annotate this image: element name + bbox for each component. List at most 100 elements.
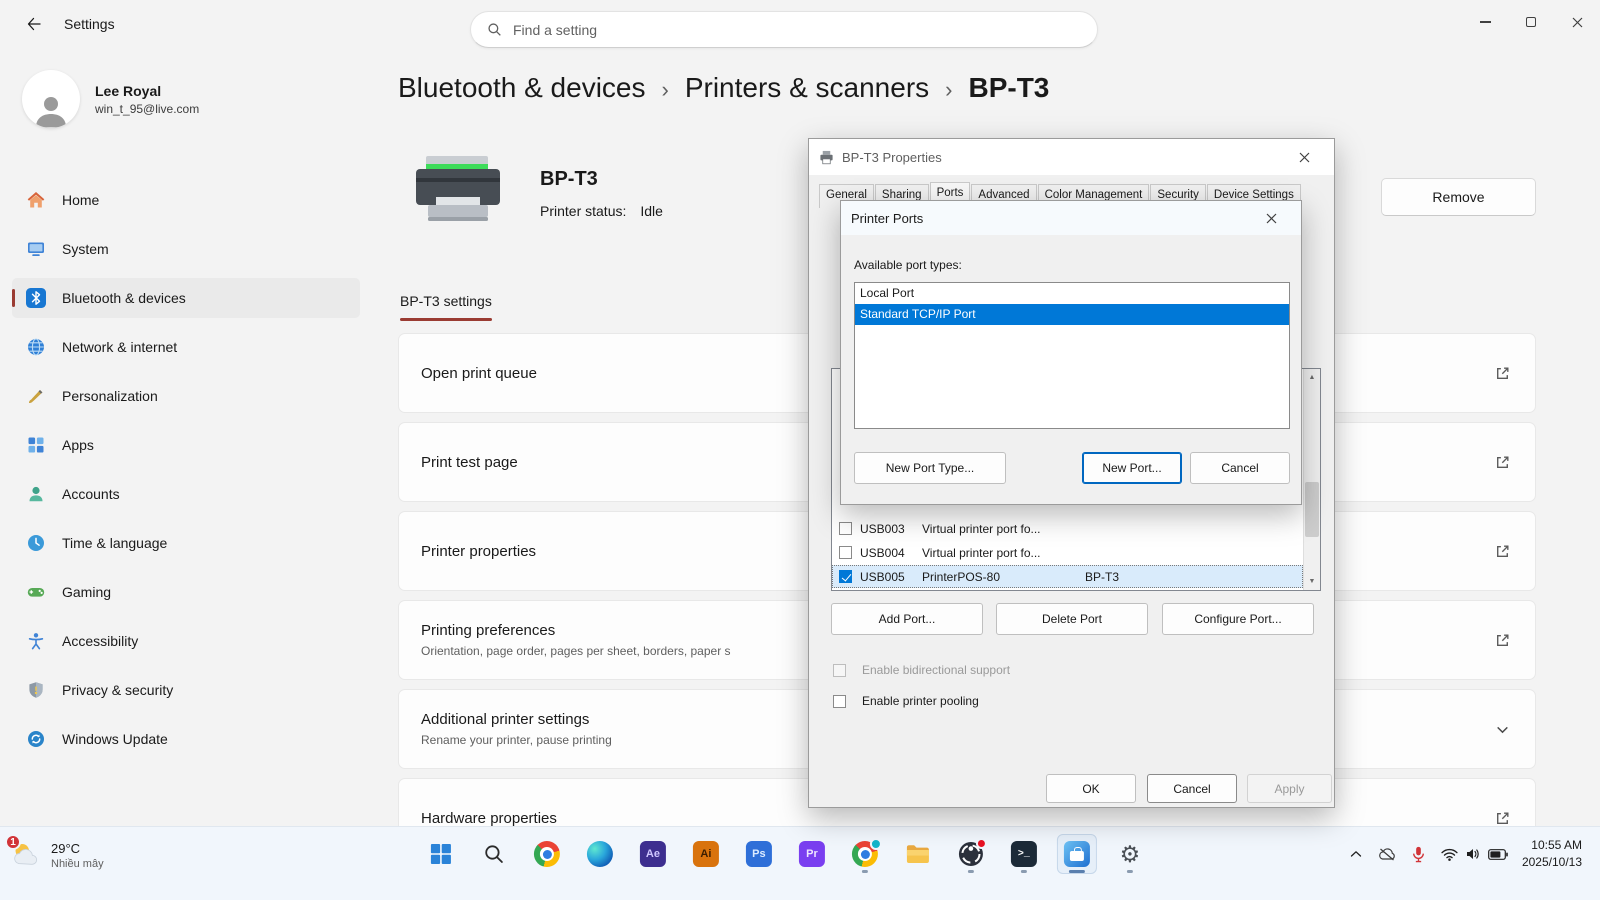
external-link-icon[interactable]	[1491, 629, 1513, 651]
home-icon	[26, 190, 46, 210]
port-row-usb003[interactable]: USB003 Virtual printer port fo...	[832, 517, 1303, 540]
microphone-in-use-button[interactable]	[1404, 834, 1433, 874]
taskbar-premiere-button[interactable]: Pr	[792, 834, 832, 874]
port-type-local-port[interactable]: Local Port	[855, 283, 1289, 304]
breadcrumb-bluetooth-devices[interactable]: Bluetooth & devices	[398, 72, 646, 104]
user-account[interactable]: Lee Royal win_t_95@live.com	[22, 70, 199, 128]
port-description: Virtual printer port fo...	[922, 522, 1085, 536]
taskbar-clock[interactable]: 10:55 AM 2025/10/13	[1516, 837, 1592, 872]
settings-search[interactable]	[470, 11, 1098, 48]
port-description: PrinterPOS-80	[922, 570, 1085, 584]
taskbar-settings-button[interactable]	[1110, 834, 1150, 874]
external-link-icon[interactable]	[1491, 540, 1513, 562]
taskbar-store-button[interactable]	[1057, 834, 1097, 874]
premiere-icon: Pr	[799, 841, 825, 867]
scroll-down-icon[interactable]: ▼	[1304, 573, 1320, 590]
sidebar-item-apps[interactable]: Apps	[12, 425, 360, 465]
dialog-titlebar[interactable]: BP-T3 Properties	[809, 139, 1334, 175]
new-port-button[interactable]: New Port...	[1082, 452, 1182, 484]
taskbar-illustrator-button[interactable]: Ai	[686, 834, 726, 874]
external-link-icon[interactable]	[1491, 362, 1513, 384]
sidebar-item-accounts[interactable]: Accounts	[12, 474, 360, 514]
taskbar-chrome-button[interactable]	[527, 834, 567, 874]
new-port-type-button[interactable]: New Port Type...	[854, 452, 1006, 484]
close-icon	[1572, 17, 1583, 28]
sidebar-item-label: Accessibility	[62, 633, 138, 649]
weather-widget[interactable]: 1 29°C Nhiều mây	[10, 839, 104, 871]
delete-port-button[interactable]: Delete Port	[996, 603, 1148, 635]
dialog-titlebar[interactable]: Printer Ports	[841, 201, 1301, 235]
sidebar-item-home[interactable]: Home	[12, 180, 360, 220]
close-icon[interactable]	[1284, 139, 1324, 175]
taskbar-chrome-profile-button[interactable]	[845, 834, 885, 874]
cancel-button[interactable]: Cancel	[1147, 774, 1237, 803]
checkbox[interactable]	[839, 522, 852, 535]
search-icon	[483, 843, 505, 865]
sidebar-item-system[interactable]: System	[12, 229, 360, 269]
desktop: { "accent_color": "#9a3b32", "selection_…	[0, 0, 1600, 900]
configure-port-button[interactable]: Configure Port...	[1162, 603, 1314, 635]
start-button[interactable]	[421, 834, 461, 874]
sidebar-item-time-language[interactable]: Time & language	[12, 523, 360, 563]
taskbar-edge-button[interactable]	[580, 834, 620, 874]
sidebar-item-gaming[interactable]: Gaming	[12, 572, 360, 612]
checkbox[interactable]	[839, 546, 852, 559]
notification-badge: 1	[5, 834, 21, 850]
sidebar-item-bluetooth-devices[interactable]: Bluetooth & devices	[12, 278, 360, 318]
clock-time: 10:55 AM	[1522, 837, 1582, 854]
sidebar-item-accessibility[interactable]: Accessibility	[12, 621, 360, 661]
enable-printer-pooling-checkbox[interactable]: Enable printer pooling	[833, 694, 979, 708]
sidebar-item-windows-update[interactable]: Windows Update	[12, 719, 360, 759]
back-button[interactable]	[18, 9, 50, 39]
external-link-icon[interactable]	[1491, 807, 1513, 826]
obs-icon	[958, 841, 984, 867]
user-email: win_t_95@live.com	[95, 102, 199, 116]
minimize-button[interactable]	[1462, 0, 1508, 44]
gaming-icon	[26, 582, 46, 602]
taskbar-photoshop-button[interactable]: Ps	[739, 834, 779, 874]
taskbar-terminal-button[interactable]	[1004, 834, 1044, 874]
apps-icon	[26, 435, 46, 455]
network-volume-battery-button[interactable]	[1433, 834, 1516, 874]
scrollbar-thumb[interactable]	[1305, 482, 1319, 537]
port-list-scrollbar[interactable]: ▲ ▼	[1303, 369, 1320, 590]
taskbar-obs-button[interactable]	[951, 834, 991, 874]
scroll-up-icon[interactable]: ▲	[1304, 369, 1320, 386]
external-link-icon[interactable]	[1491, 451, 1513, 473]
system-tray: 10:55 AM 2025/10/13	[1342, 834, 1592, 874]
ok-button[interactable]: OK	[1046, 774, 1136, 803]
breadcrumb-printers-scanners[interactable]: Printers & scanners	[685, 72, 929, 104]
onedrive-status-button[interactable]	[1370, 834, 1404, 874]
row-text: Additional printer settings Rename your …	[421, 711, 612, 747]
taskbar-file-explorer-button[interactable]	[898, 834, 938, 874]
port-type-standard-tcpip[interactable]: Standard TCP/IP Port	[855, 304, 1289, 325]
add-port-button[interactable]: Add Port...	[831, 603, 983, 635]
taskbar-search-button[interactable]	[474, 834, 514, 874]
weather-cloudy-icon: 1	[10, 839, 42, 871]
photoshop-icon: Ps	[746, 841, 772, 867]
tab-active-indicator	[400, 318, 492, 321]
sidebar-item-label: Personalization	[62, 388, 158, 404]
port-row-usb005[interactable]: USB005 PrinterPOS-80 BP-T3	[832, 565, 1303, 588]
personalization-icon	[26, 386, 46, 406]
taskbar-after-effects-button[interactable]: Ae	[633, 834, 673, 874]
weather-condition: Nhiều mây	[51, 858, 104, 870]
row-title: Additional printer settings	[421, 711, 612, 728]
close-button[interactable]	[1554, 0, 1600, 44]
maximize-button[interactable]	[1508, 0, 1554, 44]
tab-printer-settings[interactable]: BP-T3 settings	[400, 293, 492, 321]
checkbox[interactable]	[833, 695, 846, 708]
tray-overflow-button[interactable]	[1342, 834, 1370, 874]
cancel-button[interactable]: Cancel	[1190, 452, 1290, 484]
sidebar-item-label: Network & internet	[62, 339, 177, 355]
close-icon[interactable]	[1251, 200, 1291, 236]
remove-printer-button[interactable]: Remove	[1381, 178, 1536, 216]
sidebar-item-network-internet[interactable]: Network & internet	[12, 327, 360, 367]
sidebar-item-privacy-security[interactable]: Privacy & security	[12, 670, 360, 710]
search-input[interactable]	[513, 22, 1081, 38]
port-row-usb004[interactable]: USB004 Virtual printer port fo...	[832, 541, 1303, 564]
sidebar-item-personalization[interactable]: Personalization	[12, 376, 360, 416]
chevron-down-icon[interactable]	[1491, 718, 1513, 740]
port-name: USB005	[860, 570, 922, 584]
checkbox-checked[interactable]	[839, 570, 852, 583]
